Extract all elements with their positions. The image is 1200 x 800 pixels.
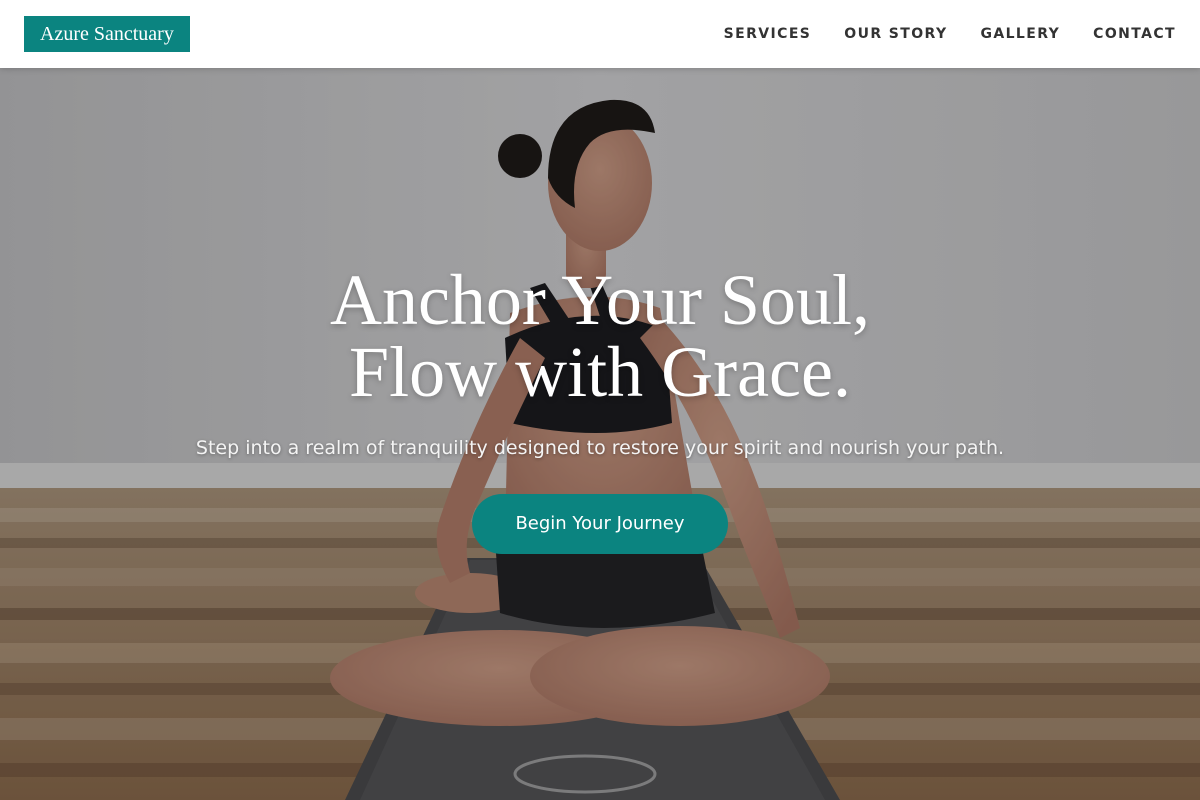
nav-link-gallery[interactable]: GALLERY [980, 26, 1060, 42]
hero-title-line-2: Flow with Grace. [349, 332, 851, 412]
begin-journey-button[interactable]: Begin Your Journey [472, 494, 728, 554]
hero-title: Anchor Your Soul, Flow with Grace. [0, 264, 1200, 408]
nav-link-contact[interactable]: CONTACT [1093, 26, 1176, 42]
nav-link-our-story[interactable]: OUR STORY [844, 26, 947, 42]
site-header: Azure Sanctuary SERVICES OUR STORY GALLE… [0, 0, 1200, 68]
hero-section: Anchor Your Soul, Flow with Grace. Step … [0, 68, 1200, 800]
nav-link-services[interactable]: SERVICES [724, 26, 812, 42]
hero-content: Anchor Your Soul, Flow with Grace. Step … [0, 264, 1200, 554]
logo[interactable]: Azure Sanctuary [24, 16, 190, 52]
hero-subtitle: Step into a realm of tranquility designe… [195, 437, 1005, 459]
hero-title-line-1: Anchor Your Soul, [329, 260, 871, 340]
main-nav: SERVICES OUR STORY GALLERY CONTACT [724, 0, 1176, 68]
